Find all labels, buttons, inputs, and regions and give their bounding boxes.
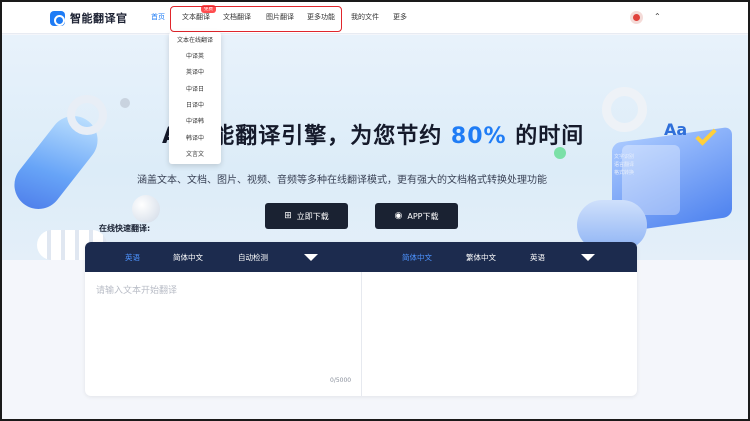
char-counter: 0/5000 bbox=[330, 377, 352, 384]
source-lang-english[interactable]: 英语 bbox=[125, 252, 140, 263]
dropdown-item-online-text[interactable]: 文本在线翻译 bbox=[169, 35, 221, 44]
language-bar: 英语 简体中文 自动检测 简体中文 繁体中文 英语 bbox=[85, 242, 637, 272]
dropdown-item-ko-zh[interactable]: 韩译中 bbox=[169, 133, 221, 142]
dropdown-item-classical[interactable]: 文言文 bbox=[169, 149, 221, 158]
dropdown-item-zh-ja[interactable]: 中译日 bbox=[169, 84, 221, 93]
dropdown-item-zh-en[interactable]: 中译英 bbox=[169, 51, 221, 60]
windows-icon: ⊞ bbox=[284, 211, 292, 221]
app-frame: 文字识别 语言翻译 格式转换 Aa AI智能翻译引擎，为您节约 80% 的时间 涵盖… bbox=[0, 0, 750, 421]
dropdown-item-ja-zh[interactable]: 日译中 bbox=[169, 100, 221, 109]
logo[interactable]: 智能翻译官 bbox=[50, 10, 128, 26]
target-lang-dropdown-icon[interactable] bbox=[581, 254, 595, 261]
ball-decoration bbox=[132, 195, 160, 223]
nav-home[interactable]: 首页 bbox=[151, 12, 165, 22]
quick-translate-label: 在线快速翻译: bbox=[99, 224, 151, 233]
download-button[interactable]: ⊞ 立即下载 bbox=[265, 203, 348, 229]
target-lang-traditional-chinese[interactable]: 繁体中文 bbox=[466, 252, 496, 263]
hero-title-tail: 的时间 bbox=[515, 124, 585, 149]
dot-decoration bbox=[120, 98, 130, 108]
ring-decoration bbox=[67, 95, 107, 135]
translator-panel: 英语 简体中文 自动检测 简体中文 繁体中文 英语 请输入文本开始翻译 0/50… bbox=[85, 242, 637, 396]
source-text-input[interactable]: 请输入文本开始翻译 bbox=[96, 283, 177, 296]
highlight-annotation-box bbox=[170, 6, 342, 32]
app-name: 智能翻译官 bbox=[70, 12, 128, 25]
user-avatar[interactable] bbox=[630, 11, 643, 24]
dropdown-item-zh-ko[interactable]: 中译韩 bbox=[169, 116, 221, 125]
download-button-label: 立即下载 bbox=[296, 211, 329, 221]
hero-title: AI智能翻译引擎，为您节约 80% 的时间 bbox=[162, 118, 584, 150]
nav-my-files[interactable]: 我的文件 bbox=[351, 12, 379, 22]
app-download-button[interactable]: ◉ APP下载 bbox=[375, 203, 458, 229]
source-lang-dropdown-icon[interactable] bbox=[304, 254, 318, 261]
chevron-up-icon[interactable]: ⌃ bbox=[654, 12, 661, 21]
text-translate-dropdown: 文本在线翻译 中译英 英译中 中译日 日译中 中译韩 韩译中 文言文 bbox=[169, 32, 221, 164]
ring-decoration-right bbox=[602, 87, 647, 132]
hero-title-highlight: 80% bbox=[450, 124, 507, 149]
hero-subtitle: 涵盖文本、文档、图片、视频、音频等多种在线翻译模式，更有强大的文档格式转换处理功… bbox=[137, 175, 547, 186]
target-lang-simplified-chinese[interactable]: 简体中文 bbox=[402, 252, 432, 263]
top-navigation: 智能翻译官 首页 文本翻译 免费 文档翻译 图片翻译 更多功能 我的文件 更多 … bbox=[2, 2, 748, 34]
source-lang-auto-detect[interactable]: 自动检测 bbox=[238, 252, 268, 263]
logo-icon bbox=[50, 10, 65, 26]
aa-icon: Aa bbox=[664, 120, 688, 139]
dropdown-item-en-zh[interactable]: 英译中 bbox=[169, 67, 221, 76]
app-download-button-label: APP下载 bbox=[407, 211, 439, 221]
nav-more[interactable]: 更多 bbox=[393, 12, 407, 22]
source-lang-simplified-chinese[interactable]: 简体中文 bbox=[173, 252, 203, 263]
android-icon: ◉ bbox=[394, 211, 403, 221]
target-lang-english[interactable]: 英语 bbox=[530, 252, 545, 263]
folder-text-decoration: 文字识别 语言翻译 格式转换 bbox=[614, 154, 635, 176]
panel-divider bbox=[361, 272, 362, 396]
